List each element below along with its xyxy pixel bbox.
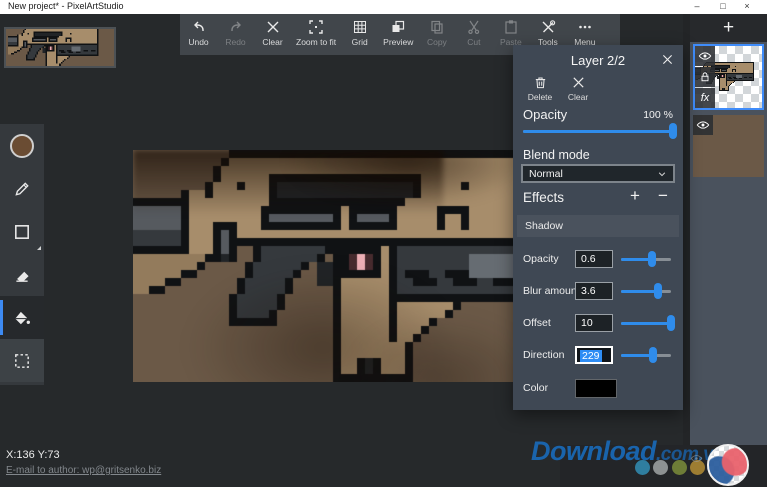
color-swatch-tool[interactable] xyxy=(0,124,44,167)
effect-blur-slider[interactable] xyxy=(621,283,671,299)
clear-icon xyxy=(265,19,281,35)
layer-opacity-slider[interactable] xyxy=(523,123,673,139)
fill-bucket-icon xyxy=(13,309,31,327)
eraser-icon xyxy=(13,266,31,284)
effect-opacity-input[interactable]: 0.6 xyxy=(575,250,613,268)
undo-button[interactable]: Undo xyxy=(180,14,217,55)
layer-panel-title: Layer 2/2 xyxy=(513,53,683,68)
layers-strip: + fx xyxy=(690,14,767,445)
redo-button[interactable]: Redo xyxy=(217,14,254,55)
window-title: New project* - PixelArtStudio xyxy=(8,1,124,11)
eye-icon xyxy=(696,118,710,132)
eye-icon[interactable] xyxy=(690,452,703,465)
panel-gutter xyxy=(683,14,690,445)
minimize-button[interactable]: – xyxy=(685,0,709,13)
layers-list: fx xyxy=(690,42,767,445)
layer-panel: Layer 2/2 Delete Clear Opacity 100 % Ble… xyxy=(513,45,683,410)
delete-layer-button[interactable]: Delete xyxy=(525,75,555,107)
flyout-indicator xyxy=(37,246,41,250)
chevron-down-icon xyxy=(657,169,667,179)
palette-dot[interactable] xyxy=(672,460,687,475)
lock-icon xyxy=(699,71,711,83)
layer-fx-badge[interactable]: fx xyxy=(695,88,715,108)
clear-layer-button[interactable]: Clear xyxy=(563,75,593,107)
zoom-to-fit-icon xyxy=(308,19,324,35)
grid-button[interactable]: Grid xyxy=(341,14,378,55)
color-wheel-picker[interactable] xyxy=(707,444,749,486)
palette-dot[interactable] xyxy=(653,460,668,475)
layer-opacity-label: Opacity xyxy=(523,107,567,122)
menu-dots-icon xyxy=(577,19,593,35)
effect-param-row: Offset 10 xyxy=(513,314,683,334)
blend-mode-value: Normal xyxy=(529,168,657,180)
effect-offset-slider[interactable] xyxy=(621,315,671,331)
effect-color-swatch[interactable] xyxy=(575,379,617,398)
selected-tool-indicator xyxy=(0,300,3,335)
tools-icon xyxy=(540,19,556,35)
effect-param-row: Direction 229 xyxy=(513,346,683,366)
effect-item-shadow[interactable]: Shadow xyxy=(517,215,679,237)
zoom-to-fit-button[interactable]: Zoom to fit xyxy=(291,14,341,55)
marquee-select-tool[interactable] xyxy=(0,339,44,382)
grid-icon xyxy=(352,19,368,35)
layer-opacity-value: 100 % xyxy=(643,109,673,121)
effect-offset-input[interactable]: 10 xyxy=(575,314,613,332)
tools-sidebar xyxy=(0,124,44,385)
add-effect-button[interactable]: + xyxy=(625,186,645,206)
eye-icon xyxy=(698,49,712,63)
effects-label: Effects xyxy=(523,190,564,205)
cursor-coordinates: X:136 Y:73 xyxy=(6,449,60,461)
remove-effect-button[interactable]: − xyxy=(653,186,673,206)
fx-icon: fx xyxy=(701,92,710,104)
layer-2-thumbnail[interactable] xyxy=(693,115,764,177)
panel-close-button[interactable] xyxy=(662,54,673,65)
clear-x-icon xyxy=(571,75,586,90)
redo-icon xyxy=(228,19,244,35)
blend-mode-label: Blend mode xyxy=(523,148,590,162)
trash-icon xyxy=(533,75,548,90)
pencil-tool[interactable] xyxy=(0,167,44,210)
effect-param-row: Opacity 0.6 xyxy=(513,250,683,270)
preview-button[interactable]: Preview xyxy=(378,14,418,55)
effect-opacity-slider[interactable] xyxy=(621,251,671,267)
pencil-icon xyxy=(13,180,31,198)
effect-direction-input[interactable]: 229 xyxy=(575,346,613,364)
author-email-link[interactable]: E-mail to author: wp@gritsenko.biz xyxy=(6,465,161,476)
cut-button[interactable]: Cut xyxy=(455,14,492,55)
paste-icon xyxy=(503,19,519,35)
fill-bucket-tool[interactable] xyxy=(0,296,44,339)
cut-icon xyxy=(466,19,482,35)
artwork-preview-thumbnail xyxy=(4,27,116,68)
blend-mode-dropdown[interactable]: Normal xyxy=(521,164,675,183)
rectangle-icon xyxy=(13,223,31,241)
artwork-preview-canvas xyxy=(8,27,112,68)
copy-button[interactable]: Copy xyxy=(418,14,455,55)
layer-visibility-toggle[interactable] xyxy=(695,46,715,66)
preview-icon xyxy=(390,19,406,35)
effect-param-row: Blur amount 3.6 xyxy=(513,282,683,302)
effect-color-row: Color xyxy=(513,379,683,399)
undo-icon xyxy=(191,19,207,35)
layer-1-thumbnail[interactable]: fx xyxy=(693,44,764,110)
clear-button[interactable]: Clear xyxy=(254,14,291,55)
rectangle-tool[interactable] xyxy=(0,210,44,253)
effect-blur-input[interactable]: 3.6 xyxy=(575,282,613,300)
current-color-swatch xyxy=(10,134,34,158)
layer-visibility-toggle[interactable] xyxy=(693,115,713,135)
marquee-icon xyxy=(13,352,31,370)
eraser-tool[interactable] xyxy=(0,253,44,296)
maximize-button[interactable]: □ xyxy=(711,0,735,13)
titlebar: New project* - PixelArtStudio – □ × xyxy=(0,0,767,14)
add-layer-button[interactable]: + xyxy=(690,14,767,42)
effect-direction-slider[interactable] xyxy=(621,347,671,363)
layer-lock-toggle[interactable] xyxy=(695,67,715,87)
palette-dot[interactable] xyxy=(635,460,650,475)
copy-icon xyxy=(429,19,445,35)
close-window-button[interactable]: × xyxy=(735,0,759,13)
